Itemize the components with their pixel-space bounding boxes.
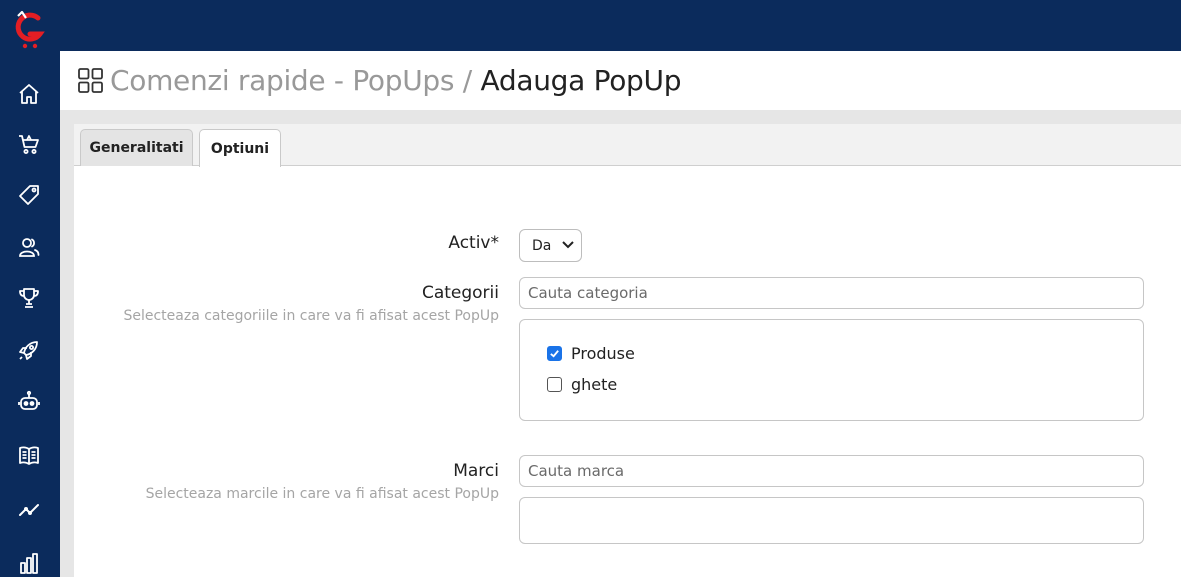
content-panel: Generalitati Optiuni Activ* Da Categorii… [74, 124, 1181, 577]
grid-icon [78, 68, 103, 93]
sidebar [0, 0, 60, 577]
g-cart-logo[interactable] [12, 10, 48, 50]
bar-chart-icon[interactable] [15, 549, 43, 577]
breadcrumb-parent[interactable]: Comenzi rapide - PopUps [110, 64, 454, 97]
tabs-bar: Generalitati Optiuni [74, 124, 1181, 167]
tag-icon[interactable] [15, 181, 43, 209]
breadcrumb-separator: / [454, 64, 481, 97]
activ-select-value: Da [532, 237, 552, 254]
category-option-ghete[interactable]: ghete [547, 375, 617, 394]
checkmark-icon [550, 350, 559, 358]
category-option-produse[interactable]: Produse [547, 344, 635, 363]
page-header: Comenzi rapide - PopUps / Adauga PopUp [60, 51, 1181, 110]
category-search-input[interactable] [519, 277, 1144, 309]
tab-generalitati[interactable]: Generalitati [80, 129, 193, 166]
marci-label: Marci [453, 461, 499, 481]
rocket-icon[interactable] [15, 336, 43, 364]
category-list: Produse ghete [519, 319, 1144, 421]
users-icon[interactable] [15, 233, 43, 261]
category-option-label: Produse [571, 344, 635, 363]
breadcrumb-current: Adauga PopUp [480, 64, 682, 97]
categorii-label: Categorii [421, 283, 499, 303]
trophy-icon[interactable] [15, 284, 43, 312]
tab-optiuni[interactable]: Optiuni [199, 129, 281, 167]
trend-icon[interactable] [15, 496, 43, 524]
cart-icon[interactable] [15, 130, 43, 158]
checkbox-checked[interactable] [547, 346, 562, 361]
home-icon[interactable] [15, 80, 43, 108]
activ-label: Activ* [448, 233, 499, 253]
marci-help: Selecteaza marcile in care va fi afisat … [145, 486, 499, 502]
robot-icon[interactable] [15, 388, 43, 416]
brand-search-input[interactable] [519, 455, 1144, 487]
chevron-down-icon [562, 241, 574, 249]
brand-list [519, 497, 1144, 544]
categorii-help: Selecteaza categoriile in care va fi afi… [123, 308, 499, 324]
top-bar [60, 0, 1181, 51]
checkbox-unchecked[interactable] [547, 377, 562, 392]
book-icon[interactable] [15, 441, 43, 469]
category-option-label: ghete [571, 375, 618, 394]
page-title: Comenzi rapide - PopUps / Adauga PopUp [110, 63, 681, 99]
activ-select[interactable]: Da [519, 229, 582, 262]
